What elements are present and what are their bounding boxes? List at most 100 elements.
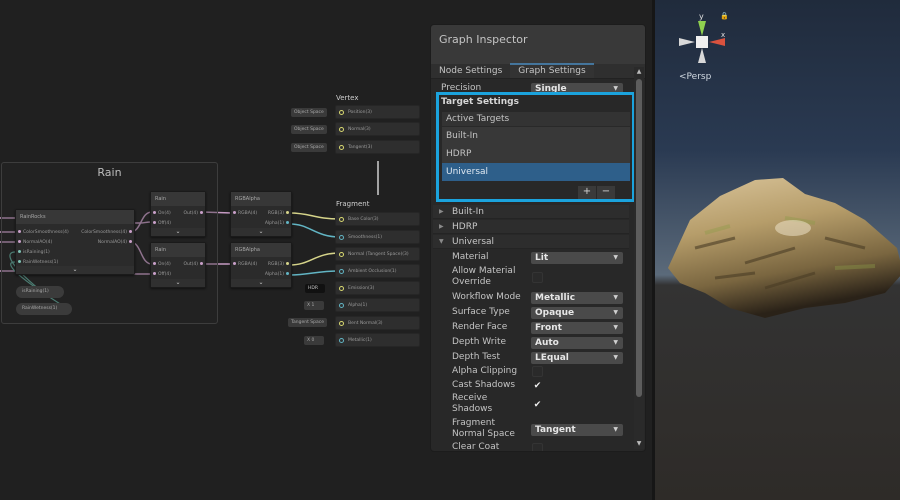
space-field[interactable]: Object Space bbox=[291, 143, 327, 152]
input-port[interactable]: RGBA(4) bbox=[231, 210, 257, 218]
group-title: Rain bbox=[97, 166, 122, 179]
collapse-chevron-icon[interactable]: ⌄ bbox=[151, 279, 205, 287]
space-field[interactable]: Object Space bbox=[291, 125, 327, 134]
add-target-button[interactable]: + bbox=[578, 186, 596, 199]
space-field[interactable]: Object Space bbox=[291, 108, 327, 117]
remove-target-button[interactable]: − bbox=[597, 186, 615, 199]
port-icon[interactable] bbox=[339, 217, 344, 222]
target-item-hdrp[interactable]: HDRP bbox=[442, 145, 630, 163]
workflow-mode-dropdown[interactable]: Metallic ▼ bbox=[531, 292, 623, 304]
allow-material-override-checkbox[interactable] bbox=[532, 272, 543, 283]
port-icon[interactable] bbox=[339, 145, 344, 150]
property-node[interactable]: isRaining(1) bbox=[16, 286, 64, 298]
chevron-down-icon: ▼ bbox=[613, 354, 618, 361]
foldout-built-in[interactable]: ▶ Built-In bbox=[433, 205, 629, 219]
metallic-value-field[interactable]: X 0 bbox=[304, 336, 324, 345]
fragment-normal-space-dropdown[interactable]: Tangent ▼ bbox=[531, 424, 623, 436]
port-icon[interactable] bbox=[339, 303, 344, 308]
fragment-slot[interactable]: Smoothness(1) bbox=[335, 230, 420, 244]
cast-shadows-checkbox[interactable]: ✔ bbox=[532, 380, 543, 391]
active-targets-header: Active Targets bbox=[442, 112, 630, 127]
scene-view[interactable]: y x 🔒 <Persp bbox=[652, 0, 900, 500]
fragment-slot[interactable]: Alpha(1) bbox=[335, 298, 420, 312]
space-field[interactable]: Tangent Space bbox=[288, 318, 327, 327]
port-icon[interactable] bbox=[339, 321, 344, 326]
input-port[interactable]: On(4) bbox=[151, 210, 171, 218]
output-port[interactable]: Alpha(1) bbox=[265, 220, 291, 228]
port-icon[interactable] bbox=[339, 252, 344, 257]
node-rain-2[interactable]: Rain On(4) Off(4) Out(4) ⌄ bbox=[150, 242, 206, 288]
port-icon[interactable] bbox=[339, 338, 344, 343]
graph-inspector-panel[interactable]: Graph Inspector Node Settings Graph Sett… bbox=[430, 24, 646, 452]
lock-icon[interactable]: 🔒 bbox=[720, 12, 729, 20]
input-port[interactable]: NormalAO(4) bbox=[16, 239, 52, 247]
input-port[interactable]: Off(4) bbox=[151, 220, 171, 228]
vertex-slot[interactable]: Tangent(3) bbox=[335, 140, 420, 154]
material-dropdown[interactable]: Lit ▼ bbox=[531, 252, 623, 264]
caret-down-icon: ▼ bbox=[439, 238, 444, 245]
property-node[interactable]: RainWetness(1) bbox=[16, 303, 72, 315]
input-port[interactable]: On(4) bbox=[151, 261, 171, 269]
fragment-slot[interactable]: Bent Normal(3) bbox=[335, 316, 420, 330]
gizmo-neg-x-axis bbox=[679, 38, 695, 46]
projection-toggle[interactable]: <Persp bbox=[679, 72, 711, 82]
chevron-down-icon: ▼ bbox=[613, 324, 618, 331]
target-item-built-in[interactable]: Built-In bbox=[442, 127, 630, 145]
tab-node-settings[interactable]: Node Settings bbox=[431, 64, 510, 78]
gizmo-y-label: y bbox=[699, 12, 704, 21]
output-port[interactable]: RGB(3) bbox=[268, 261, 291, 269]
port-icon[interactable] bbox=[339, 235, 344, 240]
depth-test-dropdown[interactable]: LEqual ▼ bbox=[531, 352, 623, 364]
fragment-context[interactable]: Fragment bbox=[333, 198, 423, 210]
fragment-slot[interactable]: Ambient Occlusion(1) bbox=[335, 264, 420, 278]
port-icon[interactable] bbox=[339, 286, 344, 291]
output-port[interactable]: Out(4) bbox=[183, 261, 205, 269]
fragment-slot[interactable]: Metallic(1) bbox=[335, 333, 420, 347]
input-port[interactable]: isRaining(1) bbox=[16, 249, 50, 257]
input-port[interactable]: ColorSmoothness(4) bbox=[16, 229, 69, 237]
input-port[interactable]: Off(4) bbox=[151, 271, 171, 279]
clear-coat-checkbox[interactable] bbox=[532, 443, 543, 451]
vertex-slot[interactable]: Position(3) bbox=[335, 105, 420, 119]
output-port[interactable]: NormalAO(4) bbox=[98, 239, 134, 247]
fragment-slot[interactable]: Emission(3) bbox=[335, 281, 420, 295]
collapse-chevron-icon[interactable]: ⌄ bbox=[231, 228, 291, 236]
hdr-color-field[interactable]: HDR bbox=[305, 284, 325, 293]
scroll-down-arrow-icon[interactable]: ▼ bbox=[634, 439, 644, 449]
collapse-chevron-icon[interactable]: ⌄ bbox=[231, 279, 291, 287]
depth-write-dropdown[interactable]: Auto ▼ bbox=[531, 337, 623, 349]
node-rain-rocks[interactable]: RainRocks ColorSmoothness(4) NormalAO(4)… bbox=[15, 209, 135, 275]
input-port[interactable]: RGBA(4) bbox=[231, 261, 257, 269]
chevron-down-icon: ▼ bbox=[613, 294, 618, 301]
foldout-universal[interactable]: ▼ Universal bbox=[433, 235, 629, 249]
node-rgbalpha-2[interactable]: RGBAlpha RGBA(4) RGB(3) Alpha(1) ⌄ bbox=[230, 242, 292, 288]
target-item-universal[interactable]: Universal bbox=[442, 163, 630, 181]
alpha-value-field[interactable]: X 1 bbox=[304, 301, 324, 310]
output-port[interactable]: Out(4) bbox=[183, 210, 205, 218]
inspector-scrollbar[interactable]: ▲ ▼ bbox=[634, 67, 644, 449]
scroll-up-arrow-icon[interactable]: ▲ bbox=[634, 67, 644, 77]
vertex-slot[interactable]: Normal(3) bbox=[335, 122, 420, 136]
fragment-slot[interactable]: Base Color(3) bbox=[335, 212, 420, 226]
surface-type-dropdown[interactable]: Opaque ▼ bbox=[531, 307, 623, 319]
collapse-chevron-icon[interactable]: ⌄ bbox=[151, 228, 205, 236]
scroll-thumb[interactable] bbox=[636, 79, 642, 397]
fragment-slot[interactable]: Normal (Tangent Space)(3) bbox=[335, 247, 420, 261]
render-face-dropdown[interactable]: Front ▼ bbox=[531, 322, 623, 334]
alpha-clipping-checkbox[interactable] bbox=[532, 366, 543, 377]
caret-right-icon: ▶ bbox=[439, 208, 444, 215]
output-port[interactable]: Alpha(1) bbox=[265, 271, 291, 279]
port-icon[interactable] bbox=[339, 110, 344, 115]
node-title: RGBAlpha bbox=[231, 192, 291, 206]
output-port[interactable]: RGB(3) bbox=[268, 210, 291, 218]
foldout-hdrp[interactable]: ▶ HDRP bbox=[433, 220, 629, 234]
tab-graph-settings[interactable]: Graph Settings bbox=[510, 63, 595, 78]
node-rgbalpha-1[interactable]: RGBAlpha RGBA(4) RGB(3) Alpha(1) ⌄ bbox=[230, 191, 292, 237]
vertex-context[interactable]: Vertex bbox=[333, 92, 423, 104]
output-port[interactable]: ColorSmoothness(4) bbox=[81, 229, 134, 237]
collapse-chevron-icon[interactable]: ⌄ bbox=[16, 266, 134, 274]
receive-shadows-checkbox[interactable]: ✔ bbox=[532, 399, 543, 410]
port-icon[interactable] bbox=[339, 269, 344, 274]
port-icon[interactable] bbox=[339, 127, 344, 132]
node-rain-1[interactable]: Rain On(4) Off(4) Out(4) ⌄ bbox=[150, 191, 206, 237]
